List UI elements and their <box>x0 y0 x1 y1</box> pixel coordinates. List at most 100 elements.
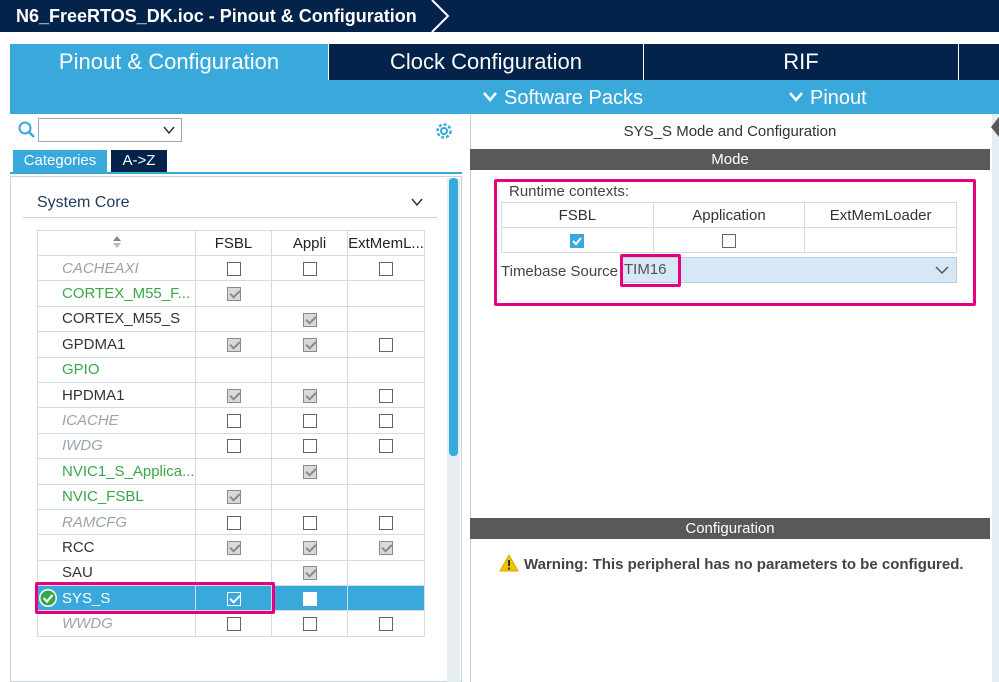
peripheral-name[interactable]: IWDG <box>38 433 196 458</box>
search-input[interactable] <box>38 118 182 142</box>
tab-overflow[interactable] <box>959 44 999 80</box>
appli-checkbox[interactable] <box>303 617 317 631</box>
right-scrollbar[interactable] <box>992 114 999 682</box>
appli-checkbox[interactable] <box>303 566 317 580</box>
tabs-underline <box>10 172 462 174</box>
tab-clock-configuration[interactable]: Clock Configuration <box>329 44 643 80</box>
context-cell-fsbl <box>196 382 272 407</box>
fsbl-checkbox[interactable] <box>227 617 241 631</box>
appli-checkbox[interactable] <box>303 516 317 530</box>
fsbl-checkbox[interactable] <box>227 389 241 403</box>
table-row[interactable]: WWDG <box>38 611 425 637</box>
chevron-down-icon <box>788 91 804 103</box>
fsbl-checkbox[interactable] <box>227 338 241 352</box>
peripheral-name[interactable]: RCC <box>38 535 196 560</box>
table-row[interactable]: GPDMA1 <box>38 332 425 357</box>
peripheral-name[interactable]: GPDMA1 <box>38 332 196 357</box>
ext-checkbox[interactable] <box>379 262 393 276</box>
ext-checkbox[interactable] <box>379 414 393 428</box>
context-cell-ext <box>348 408 425 433</box>
peripheral-name[interactable]: ICACHE <box>38 408 196 433</box>
context-cell-appli <box>272 256 348 281</box>
table-row[interactable]: HPDMA1 <box>38 382 425 407</box>
category-system-core[interactable]: System Core <box>37 192 129 214</box>
table-row[interactable]: CORTEX_M55_F... <box>38 281 425 306</box>
context-cell-ext <box>348 459 425 484</box>
peripheral-name[interactable]: CORTEX_M55_F... <box>38 281 196 306</box>
ext-checkbox[interactable] <box>379 439 393 453</box>
tab-pinout-configuration[interactable]: Pinout & Configuration <box>10 44 328 80</box>
chevron-down-icon[interactable] <box>410 196 424 208</box>
peripheral-name[interactable]: WWDG <box>38 611 196 637</box>
fsbl-checkbox[interactable] <box>227 287 241 301</box>
ext-checkbox[interactable] <box>379 516 393 530</box>
appli-checkbox[interactable] <box>303 465 317 479</box>
panel-divider[interactable] <box>462 114 470 682</box>
warning-detail: This peripheral has no parameters to be … <box>593 556 964 573</box>
sort-header[interactable] <box>38 231 196 256</box>
window-title: N6_FreeRTOS_DK.ioc - Pinout & Configurat… <box>16 0 417 32</box>
appli-checkbox[interactable] <box>303 389 317 403</box>
highlight-mode-section <box>494 179 976 306</box>
table-row[interactable]: CACHEAXI <box>38 256 425 281</box>
context-cell-ext <box>348 357 425 382</box>
table-row[interactable]: IWDG <box>38 433 425 458</box>
appli-checkbox[interactable] <box>303 414 317 428</box>
peripheral-name[interactable]: HPDMA1 <box>38 382 196 407</box>
context-cell-fsbl <box>196 256 272 281</box>
table-row[interactable]: NVIC_FSBL <box>38 484 425 509</box>
context-cell-fsbl <box>196 459 272 484</box>
table-row[interactable]: GPIO <box>38 357 425 382</box>
gear-icon[interactable] <box>433 120 455 142</box>
peripheral-name[interactable]: CACHEAXI <box>38 256 196 281</box>
table-row[interactable]: RAMCFG <box>38 509 425 534</box>
peripheral-name[interactable]: RAMCFG <box>38 509 196 534</box>
pinout-menu[interactable]: Pinout <box>788 80 867 114</box>
context-cell-ext <box>348 281 425 306</box>
appli-checkbox[interactable] <box>303 592 317 606</box>
peripheral-name[interactable]: GPIO <box>38 357 196 382</box>
fsbl-checkbox[interactable] <box>227 516 241 530</box>
appli-checkbox[interactable] <box>303 439 317 453</box>
appli-checkbox[interactable] <box>303 313 317 327</box>
peripheral-name[interactable]: NVIC1_S_Applica... <box>38 459 196 484</box>
ext-checkbox[interactable] <box>379 338 393 352</box>
table-row[interactable]: CORTEX_M55_S <box>38 306 425 331</box>
peripheral-name[interactable]: CORTEX_M55_S <box>38 306 196 331</box>
fsbl-checkbox[interactable] <box>227 541 241 555</box>
context-cell-appli <box>272 433 348 458</box>
context-cell-appli <box>272 332 348 357</box>
fsbl-checkbox[interactable] <box>227 490 241 504</box>
tab-rif[interactable]: RIF <box>644 44 958 80</box>
warning-message: Warning: This peripheral has no paramete… <box>524 555 964 575</box>
categories-tab[interactable]: Categories <box>13 150 107 172</box>
column-header-appli[interactable]: Appli <box>272 231 348 256</box>
table-row[interactable]: RCC <box>38 535 425 560</box>
column-header-extmem[interactable]: ExtMemL... <box>348 231 425 256</box>
context-cell-ext <box>348 484 425 509</box>
fsbl-checkbox[interactable] <box>227 414 241 428</box>
search-icon[interactable] <box>17 120 37 140</box>
appli-checkbox[interactable] <box>303 262 317 276</box>
scroll-left-arrow-icon[interactable] <box>991 117 999 137</box>
appli-checkbox[interactable] <box>303 338 317 352</box>
context-cell-fsbl <box>196 611 272 637</box>
context-cell-ext <box>348 433 425 458</box>
fsbl-checkbox[interactable] <box>227 262 241 276</box>
sort-icon <box>112 236 122 248</box>
table-row[interactable]: ICACHE <box>38 408 425 433</box>
ext-checkbox[interactable] <box>379 617 393 631</box>
left-scrollbar-thumb[interactable] <box>449 178 458 456</box>
peripheral-name[interactable]: NVIC_FSBL <box>38 484 196 509</box>
az-tab[interactable]: A->Z <box>111 150 167 172</box>
appli-checkbox[interactable] <box>303 541 317 555</box>
column-header-fsbl[interactable]: FSBL <box>196 231 272 256</box>
software-packs-menu[interactable]: Software Packs <box>482 80 643 114</box>
table-row[interactable]: NVIC1_S_Applica... <box>38 459 425 484</box>
configuration-header: Configuration <box>470 518 990 539</box>
context-cell-appli <box>272 306 348 331</box>
ext-checkbox[interactable] <box>379 541 393 555</box>
context-cell-ext <box>348 535 425 560</box>
fsbl-checkbox[interactable] <box>227 439 241 453</box>
ext-checkbox[interactable] <box>379 389 393 403</box>
